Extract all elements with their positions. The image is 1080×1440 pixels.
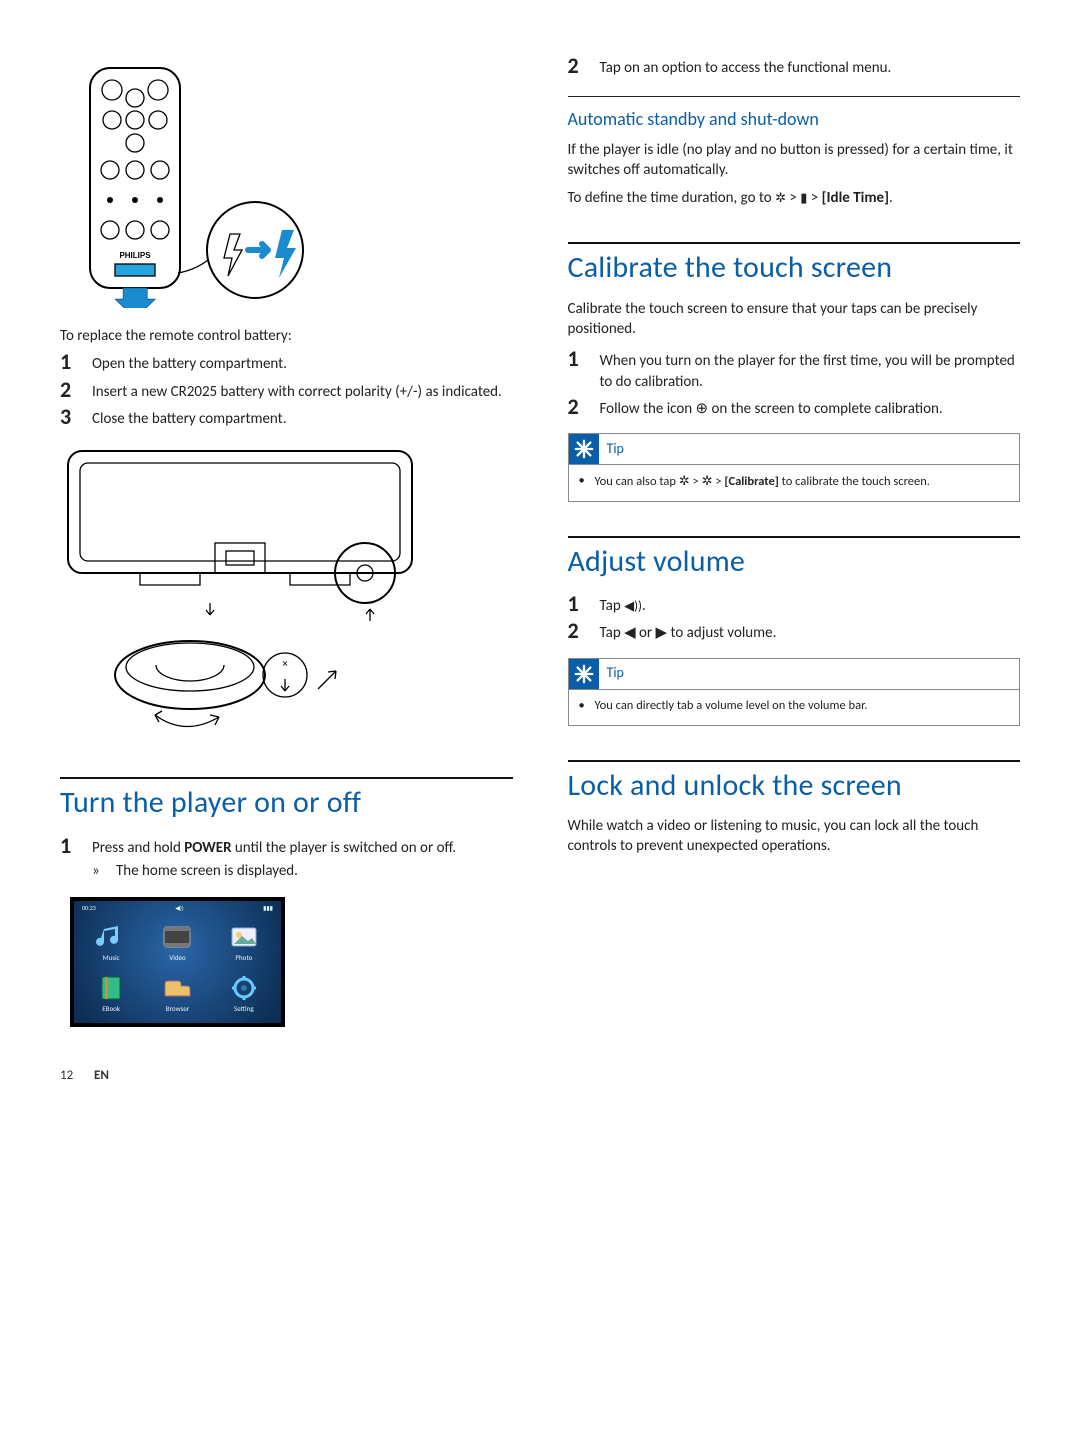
volume-tip-box: Tip •You can directly tab a volume level… bbox=[568, 658, 1021, 726]
remote-leadin: To replace the remote control battery: bbox=[60, 326, 513, 346]
calibrate-tip-text: You can also tap ✲ > ✲ > [Calibrate] to … bbox=[595, 473, 930, 491]
auto-standby-define: To define the time duration, go to ✲ > ▮… bbox=[568, 188, 1021, 208]
music-icon bbox=[94, 923, 128, 951]
svg-text:×: × bbox=[282, 657, 288, 670]
tip-asterisk-icon bbox=[569, 434, 599, 464]
volume-step1: Tap ◀)). bbox=[600, 592, 1021, 616]
gear-small-icon: ✲ bbox=[702, 473, 713, 491]
gear-icon: ✲ bbox=[775, 190, 786, 208]
volume-step2: Tap ◀ or ▶ to adjust volume. bbox=[600, 619, 1021, 643]
video-icon bbox=[160, 923, 194, 951]
settings-icon bbox=[227, 974, 261, 1002]
dock-overview-illustration: × bbox=[60, 443, 420, 743]
calibrate-para: Calibrate the touch screen to ensure tha… bbox=[568, 299, 1021, 340]
turn-on-result: The home screen is displayed. bbox=[116, 861, 298, 881]
auto-standby-heading: Automatic standby and shut-down bbox=[568, 107, 1021, 131]
speaker-icon: ◀)) bbox=[624, 598, 642, 616]
auto-standby-para: If the player is idle (no play and no bu… bbox=[568, 140, 1021, 181]
remote-steps-list: 1Open the battery compartment. 2Insert a… bbox=[60, 350, 513, 429]
page-footer: 12 EN bbox=[60, 1067, 1020, 1085]
remote-battery-illustration: PHILIPS bbox=[60, 58, 330, 308]
gear-icon: ✲ bbox=[679, 473, 690, 491]
lock-screen-para: While watch a video or listening to musi… bbox=[568, 816, 1021, 857]
page-number: 12 bbox=[60, 1067, 80, 1085]
func-menu-step: Tap on an option to access the functiona… bbox=[600, 54, 1021, 78]
home-screen-preview: 00:23 ◀)) ▮▮▮ Music Video Photo EBook Br… bbox=[70, 897, 285, 1027]
svg-text:PHILIPS: PHILIPS bbox=[119, 251, 151, 260]
calibrate-heading: Calibrate the touch screen bbox=[568, 248, 1021, 289]
volume-tip-text: You can directly tab a volume level on t… bbox=[595, 698, 868, 715]
photo-icon bbox=[227, 923, 261, 951]
calibrate-tip-box: Tip • You can also tap ✲ > ✲ > [Calibrat… bbox=[568, 433, 1021, 502]
tip-asterisk-icon bbox=[569, 659, 599, 689]
adjust-volume-heading: Adjust volume bbox=[568, 542, 1021, 583]
turn-on-off-heading: Turn the player on or off bbox=[60, 783, 513, 824]
browser-icon bbox=[160, 974, 194, 1002]
ebook-icon bbox=[94, 974, 128, 1002]
lock-screen-heading: Lock and unlock the screen bbox=[568, 766, 1021, 807]
turn-on-step: Press and hold POWER until the player is… bbox=[92, 834, 513, 858]
page-lang: EN bbox=[94, 1067, 109, 1085]
battery-icon: ▮ bbox=[800, 190, 807, 208]
